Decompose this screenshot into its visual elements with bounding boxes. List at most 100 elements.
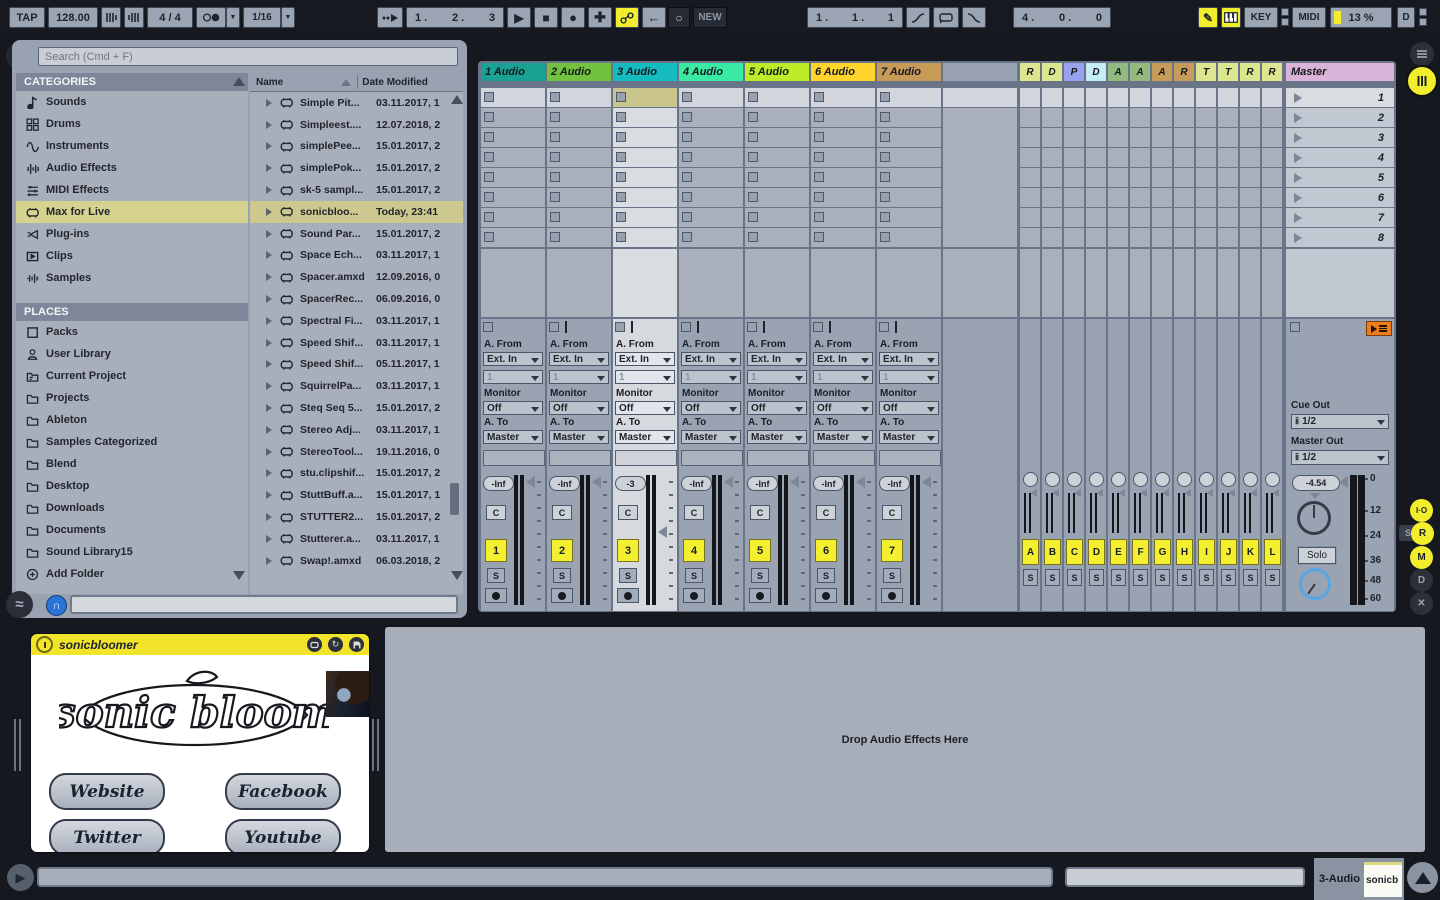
clip-slot[interactable] [679, 128, 743, 147]
arm-record-button[interactable] [617, 588, 639, 603]
return-activator-button[interactable]: F [1132, 539, 1149, 565]
hot-swap-button[interactable]: ↻ [328, 637, 343, 652]
disclosure-triangle-icon[interactable] [266, 121, 272, 129]
return-track-header[interactable]: D [1086, 63, 1106, 81]
clip-stop-square[interactable] [814, 152, 824, 162]
arm-record-button[interactable] [551, 588, 573, 603]
input-channel-menu[interactable]: 1 [483, 370, 543, 384]
scene-launch-icon[interactable] [1294, 153, 1302, 163]
clip-slot[interactable] [811, 88, 875, 107]
new-button[interactable]: NEW [693, 7, 727, 28]
clip-slot[interactable] [547, 208, 611, 227]
column-date[interactable]: Date Modified [362, 77, 428, 88]
clip-stop-square[interactable] [880, 92, 890, 102]
send-pan-knob[interactable] [1155, 472, 1170, 487]
audio-to-menu[interactable]: Master [681, 430, 741, 444]
sidebar-item-downloads[interactable]: Downloads [16, 497, 248, 519]
clip-stop-square[interactable] [748, 172, 758, 182]
return-solo-button[interactable]: S [1199, 569, 1214, 586]
track-header[interactable]: 5 Audio [745, 63, 809, 81]
scene-launch-icon[interactable] [1294, 113, 1302, 123]
midi-arrangement-overdub-button[interactable] [615, 7, 639, 28]
disclosure-triangle-icon[interactable] [266, 360, 272, 368]
clip-stop-square[interactable] [484, 212, 494, 222]
scene-slot[interactable]: 1 [1286, 88, 1394, 107]
input-channel-menu[interactable]: 1 [681, 370, 741, 384]
track-peak-level[interactable]: -Inf [483, 476, 514, 491]
clip-slot[interactable] [613, 128, 677, 147]
volume-fader-handle[interactable] [856, 476, 865, 488]
clip-stop-square[interactable] [484, 232, 494, 242]
send-pan-knob[interactable] [1265, 472, 1280, 487]
facebook-button[interactable]: Facebook [225, 773, 341, 810]
arm-record-button[interactable] [749, 588, 771, 603]
back-to-arrangement-button[interactable] [1366, 321, 1392, 336]
clip-stop-square[interactable] [814, 132, 824, 142]
youtube-button[interactable]: Youtube [225, 819, 341, 853]
file-row[interactable]: Space Ech...03.11.2017, 1 [250, 245, 463, 267]
master-out-menu[interactable]: ⅱ1/2 [1291, 450, 1389, 465]
punch-in-button[interactable] [906, 7, 930, 28]
clip-slot[interactable] [811, 128, 875, 147]
track-peak-level[interactable]: -Inf [879, 476, 910, 491]
track-activator-button[interactable]: 7 [881, 539, 903, 562]
input-channel-menu[interactable]: 1 [879, 370, 939, 384]
loop-length-display[interactable]: 4 . 0 . 0 [1013, 7, 1111, 28]
show-crossfader-button[interactable]: ✕ [1410, 592, 1433, 615]
clip-slot[interactable] [877, 128, 941, 147]
sidebar-item-user-library[interactable]: User Library [16, 343, 248, 365]
return-activator-button[interactable]: H [1176, 539, 1193, 565]
disclosure-triangle-icon[interactable] [266, 535, 272, 543]
pan-knob[interactable]: C [552, 505, 572, 520]
show-device-view-button[interactable] [1407, 862, 1438, 893]
map-mode-button[interactable] [307, 637, 322, 652]
file-row[interactable]: Simple Pit...03.11.2017, 1 [250, 92, 463, 114]
preview-headphone-button[interactable]: ∩ [46, 595, 67, 616]
return-fader-handle[interactable] [1206, 489, 1213, 497]
send-pan-knob[interactable] [1243, 472, 1258, 487]
return-track-header[interactable]: P [1064, 63, 1084, 81]
clip-stop-square[interactable] [616, 232, 626, 242]
volume-fader-handle[interactable] [592, 476, 601, 488]
sidebar-scroll-up[interactable] [233, 77, 245, 86]
return-fader-handle[interactable] [1184, 489, 1191, 497]
clip-slot[interactable] [613, 148, 677, 167]
clip-slot[interactable] [481, 108, 545, 127]
disclosure-triangle-icon[interactable] [266, 142, 272, 150]
return-track-header[interactable]: A [1130, 63, 1150, 81]
monitor-menu[interactable]: Off [681, 401, 741, 415]
file-row[interactable]: Speed Shif...05.11.2017, 1 [250, 354, 463, 376]
sidebar-scroll-down[interactable] [233, 571, 245, 580]
clip-slot[interactable] [679, 88, 743, 107]
pan-knob[interactable]: C [882, 505, 902, 520]
clip-slot[interactable] [481, 208, 545, 227]
scene-slot[interactable]: 2 [1286, 108, 1394, 127]
master-pan-knob[interactable] [1297, 501, 1331, 535]
show-returns-button[interactable]: R [1411, 522, 1434, 545]
clip-stop-square[interactable] [550, 152, 560, 162]
file-row[interactable]: simplePee...15.01.2017, 2 [250, 136, 463, 158]
track-header[interactable]: 1 Audio [481, 63, 545, 81]
clip-slot[interactable] [613, 228, 677, 247]
return-activator-button[interactable]: J [1220, 539, 1237, 565]
draw-mode-button[interactable]: ✎ [1198, 7, 1218, 28]
return-solo-button[interactable]: S [1023, 569, 1038, 586]
clip-slot[interactable] [811, 188, 875, 207]
return-activator-button[interactable]: E [1110, 539, 1127, 565]
disclosure-triangle-icon[interactable] [266, 513, 272, 521]
device-view-handle[interactable] [19, 719, 21, 771]
solo-button[interactable]: S [487, 568, 505, 583]
clip-stop-button[interactable] [813, 322, 823, 332]
clip-stop-square[interactable] [880, 212, 890, 222]
file-row[interactable]: Stereo Adj...03.11.2017, 1 [250, 419, 463, 441]
website-button[interactable]: Website [49, 773, 165, 810]
return-track-header[interactable]: R [1240, 63, 1260, 81]
clip-stop-square[interactable] [880, 132, 890, 142]
return-track-header[interactable]: A [1108, 63, 1128, 81]
audio-to-menu[interactable]: Master [747, 430, 807, 444]
clip-slot[interactable] [613, 108, 677, 127]
sidebar-item-documents[interactable]: Documents [16, 519, 248, 541]
return-fader-handle[interactable] [1096, 489, 1103, 497]
return-solo-button[interactable]: S [1221, 569, 1236, 586]
record-button[interactable]: ● [561, 7, 585, 28]
